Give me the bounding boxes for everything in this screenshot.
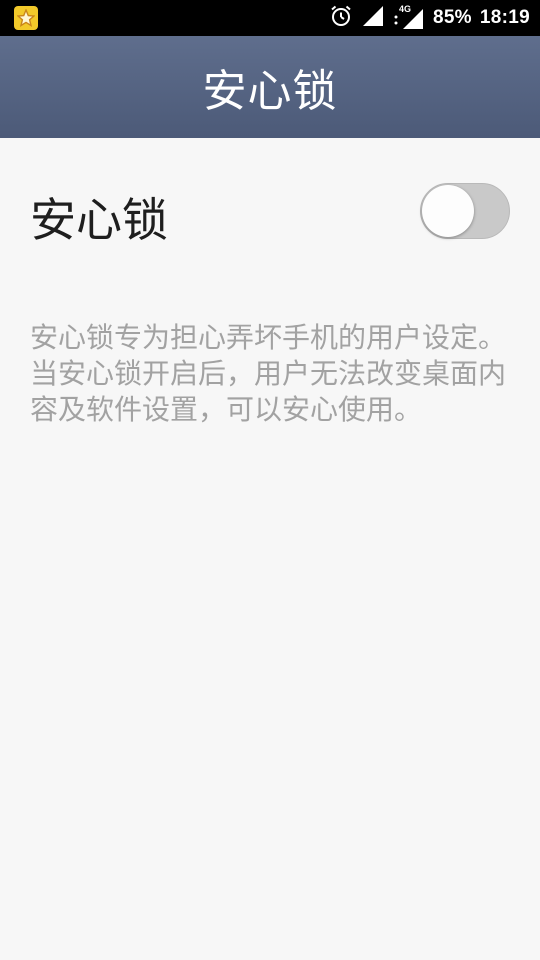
lock-description: 安心锁专为担心弄坏手机的用户设定。当安心锁开启后，用户无法改变桌面内容及软件设置… xyxy=(30,321,507,426)
lock-setting-row[interactable]: 安心锁 xyxy=(30,178,510,248)
battery-percent: 85% xyxy=(432,7,472,28)
lock-setting-label: 安心锁 xyxy=(30,193,168,247)
app-header: 安心锁 xyxy=(0,36,540,138)
star-badge-icon xyxy=(14,6,38,30)
signal-icon xyxy=(361,5,385,31)
status-indicators: 4G 85% 18:19 xyxy=(329,0,530,36)
network-type-label: 4G xyxy=(398,4,411,14)
status-bar: 4G 85% 18:19 xyxy=(0,0,540,36)
toggle-knob[interactable] xyxy=(422,185,474,237)
settings-content: 安心锁 安心锁专为担心弄坏手机的用户设定。当安心锁开启后，用户无法改变桌面内容及… xyxy=(0,138,540,960)
alarm-icon xyxy=(329,4,353,32)
network-signal-icon: 4G xyxy=(393,4,425,30)
lock-toggle-switch[interactable] xyxy=(420,183,510,239)
page-title: 安心锁 xyxy=(202,66,338,117)
clock: 18:19 xyxy=(479,7,530,28)
